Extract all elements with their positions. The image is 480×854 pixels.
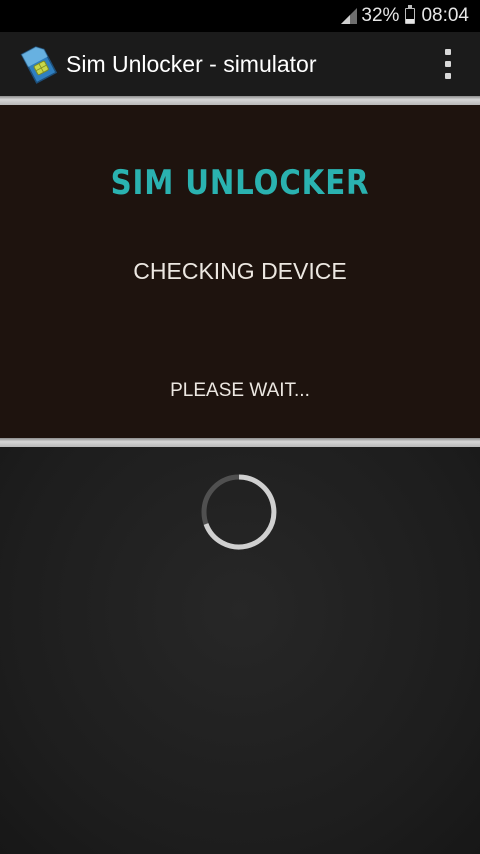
action-bar: Sim Unlocker - simulator [0,32,480,96]
app-title: Sim Unlocker - simulator [66,51,317,77]
status-message: CHECKING DEVICE [133,258,347,284]
battery-level [406,18,415,23]
signal-icon [341,8,358,24]
menu-dot [445,73,451,79]
clock: 08:04 [421,5,469,26]
brand-title: SIM UNLOCKER [110,163,370,203]
menu-dot [445,61,451,67]
top-divider [0,96,480,105]
menu-dot [445,49,451,55]
loading-area [0,447,480,854]
overflow-menu-icon[interactable] [440,49,456,79]
info-panel: SIM UNLOCKER CHECKING DEVICE PLEASE WAIT… [0,105,480,438]
status-bar: 32% 08:04 [0,0,480,32]
loading-spinner-icon [199,472,279,552]
status-indicators: 32% 08:04 [341,0,469,32]
wait-message: PLEASE WAIT... [170,380,310,401]
bottom-divider [0,438,480,447]
battery-icon [405,5,416,24]
battery-percent: 32% [361,5,400,26]
sim-card-icon [16,42,60,86]
